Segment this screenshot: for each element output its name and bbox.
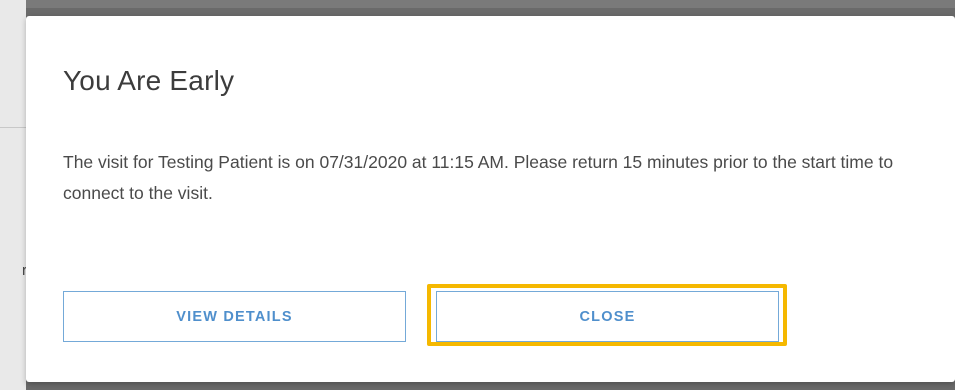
you-are-early-dialog: You Are Early The visit for Testing Pati… bbox=[26, 16, 955, 382]
dialog-title: You Are Early bbox=[63, 65, 235, 96]
view-details-button[interactable]: VIEW DETAILS bbox=[63, 291, 406, 342]
dialog-message: The visit for Testing Patient is on 07/3… bbox=[63, 152, 894, 203]
background-divider bbox=[0, 127, 26, 128]
background-left-panel bbox=[0, 0, 26, 390]
close-button[interactable]: CLOSE bbox=[436, 291, 779, 342]
background-header bbox=[0, 0, 955, 8]
